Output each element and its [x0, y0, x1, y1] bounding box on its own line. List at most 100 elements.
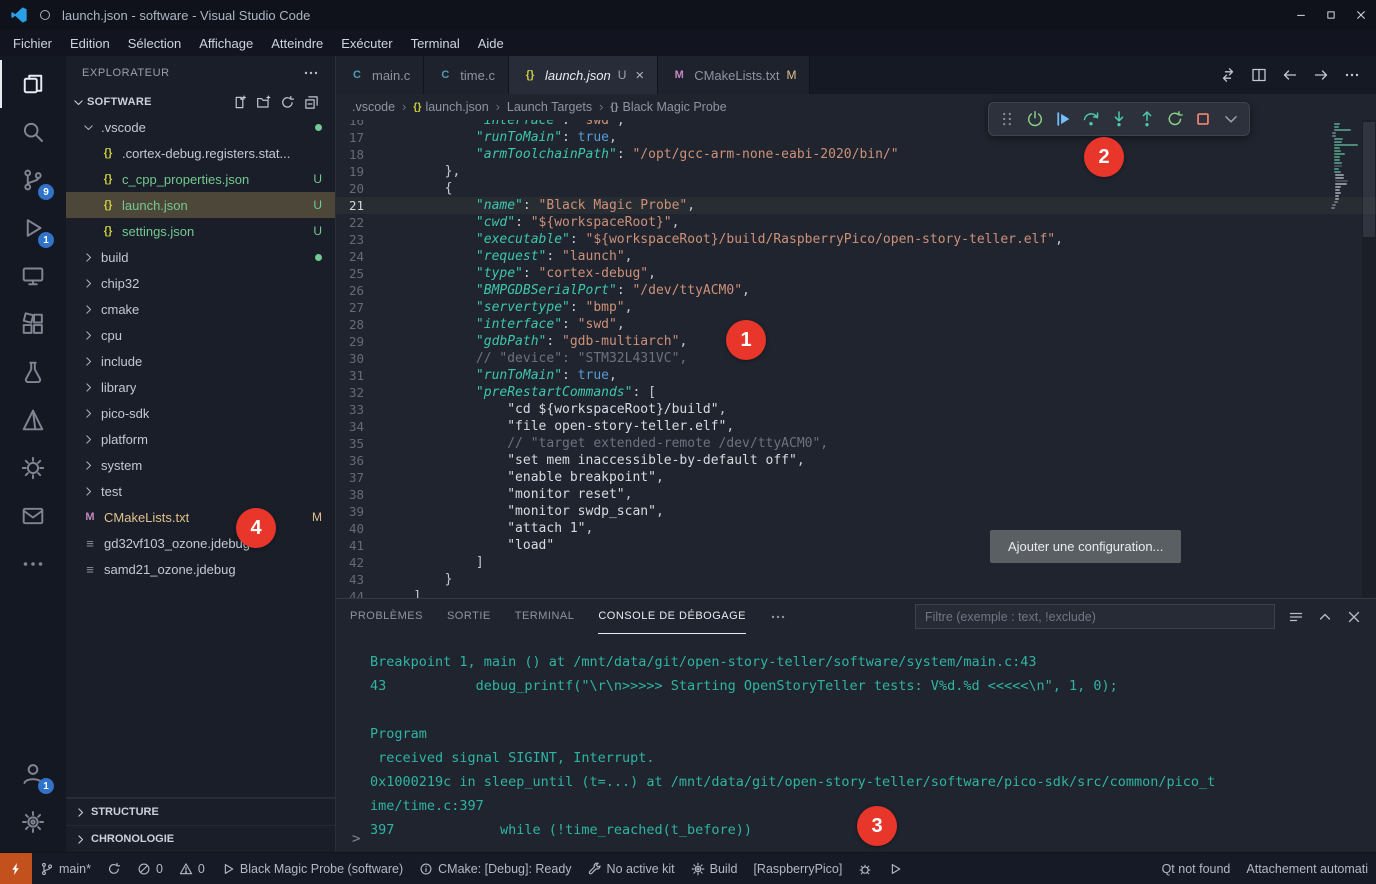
- debug-step-into-button[interactable]: [1107, 107, 1131, 131]
- cmake-debug[interactable]: [850, 853, 880, 884]
- console-prompt[interactable]: >: [352, 831, 360, 847]
- activity-cmake[interactable]: [0, 396, 66, 444]
- debug-console[interactable]: Breakpoint 1, main () at /mnt/data/git/o…: [336, 634, 1376, 842]
- tree-item-chip32[interactable]: chip32: [66, 270, 335, 296]
- panel-tab-console-de-d-bogage[interactable]: CONSOLE DE DÉBOGAGE: [598, 599, 746, 634]
- sync-changes[interactable]: [99, 853, 129, 884]
- menu-terminal[interactable]: Terminal: [402, 33, 469, 54]
- tree-item-cortex-debug-registers-stat[interactable]: {}.cortex-debug.registers.stat...: [66, 140, 335, 166]
- debug-power-button[interactable]: [1023, 107, 1047, 131]
- tab-main-c[interactable]: Cmain.c: [336, 56, 424, 94]
- menu-ex-cuter[interactable]: Exécuter: [332, 33, 401, 54]
- tab-launch-json[interactable]: {}launch.jsonU×: [509, 56, 658, 94]
- tree-item-cpu[interactable]: cpu: [66, 322, 335, 348]
- activity-explorer[interactable]: [0, 60, 66, 108]
- breadcrumb-launch-json[interactable]: {}launch.json: [413, 100, 488, 114]
- code-editor[interactable]: 16 "interface": "swd",17 "runToMain": tr…: [336, 120, 1376, 598]
- activity-docker[interactable]: [0, 444, 66, 492]
- more-actions-icon[interactable]: [303, 65, 319, 81]
- tab-cmakelists-txt[interactable]: MCMakeLists.txtM: [658, 56, 810, 94]
- qt-status[interactable]: Qt not found: [1154, 853, 1239, 884]
- close-icon[interactable]: [1346, 609, 1362, 625]
- section-structure[interactable]: STRUCTURE: [66, 798, 335, 825]
- tree-item-c-cpp-properties-json[interactable]: {}c_cpp_properties.jsonU: [66, 166, 335, 192]
- debug-more-button[interactable]: [1219, 107, 1243, 131]
- activity-testing[interactable]: [0, 348, 66, 396]
- cmake-build[interactable]: Build: [683, 853, 746, 884]
- add-configuration-button[interactable]: Ajouter une configuration...: [990, 530, 1181, 563]
- debug-step-over-button[interactable]: [1079, 107, 1103, 131]
- minimap[interactable]: [1330, 123, 1360, 210]
- activity-search[interactable]: [0, 108, 66, 156]
- tree-item-platform[interactable]: platform: [66, 426, 335, 452]
- debug-step-out-button[interactable]: [1135, 107, 1159, 131]
- activity-settings[interactable]: [0, 798, 66, 846]
- breadcrumb-black-magic-probe[interactable]: {}Black Magic Probe: [610, 100, 726, 114]
- close-icon[interactable]: ×: [635, 67, 644, 84]
- navigate-forward-icon[interactable]: [1313, 67, 1329, 83]
- panel-tab-sortie[interactable]: SORTIE: [447, 599, 491, 634]
- debug-target[interactable]: Black Magic Probe (software): [213, 853, 411, 884]
- new-folder-icon[interactable]: [256, 95, 271, 110]
- menu-affichage[interactable]: Affichage: [190, 33, 262, 54]
- tree-item-build[interactable]: build: [66, 244, 335, 270]
- breadcrumb-launch-targets[interactable]: Launch Targets: [507, 100, 592, 114]
- breadcrumb-vscode[interactable]: .vscode: [352, 100, 395, 114]
- tree-item-settings-json[interactable]: {}settings.jsonU: [66, 218, 335, 244]
- refresh-icon[interactable]: [280, 95, 295, 110]
- activity-more-views[interactable]: [0, 540, 66, 588]
- tree-item-gd32vf103-ozone-jdebug[interactable]: ≡gd32vf103_ozone.jdebug: [66, 530, 335, 556]
- collapse-all-icon[interactable]: [304, 95, 319, 110]
- tab-time-c[interactable]: Ctime.c: [424, 56, 509, 94]
- auto-attach[interactable]: Attachement automati: [1238, 853, 1376, 884]
- menu-atteindre[interactable]: Atteindre: [262, 33, 332, 54]
- activity-extensions[interactable]: [0, 300, 66, 348]
- close-button[interactable]: [1346, 0, 1376, 30]
- tree-item-include[interactable]: include: [66, 348, 335, 374]
- workspace-section-header[interactable]: SOFTWARE: [66, 90, 335, 114]
- debug-continue-button[interactable]: [1051, 107, 1075, 131]
- maximize-button[interactable]: [1316, 0, 1346, 30]
- warnings[interactable]: 0: [171, 853, 213, 884]
- menu-edition[interactable]: Edition: [61, 33, 119, 54]
- more-actions-icon[interactable]: [770, 609, 786, 625]
- minimize-button[interactable]: [1286, 0, 1316, 30]
- more-actions-icon[interactable]: [1344, 67, 1360, 83]
- menu-fichier[interactable]: Fichier: [4, 33, 61, 54]
- cmake-status[interactable]: CMake: [Debug]: Ready: [411, 853, 579, 884]
- section-chronologie[interactable]: CHRONOLOGIE: [66, 825, 335, 852]
- tree-item-test[interactable]: test: [66, 478, 335, 504]
- cmake-launch[interactable]: [880, 853, 910, 884]
- menu-s-lection[interactable]: Sélection: [119, 33, 190, 54]
- chevron-up-icon[interactable]: [1317, 609, 1333, 625]
- tree-item-cmakelists-txt[interactable]: MCMakeLists.txtM: [66, 504, 335, 530]
- activity-accounts[interactable]: 1: [0, 750, 66, 798]
- new-file-icon[interactable]: [232, 95, 247, 110]
- panel-tab-terminal[interactable]: TERMINAL: [515, 599, 575, 634]
- open-changes-icon[interactable]: [1220, 67, 1236, 83]
- activity-run-and-debug[interactable]: 1: [0, 204, 66, 252]
- cmake-kit[interactable]: No active kit: [580, 853, 683, 884]
- tree-item-vscode[interactable]: .vscode: [66, 114, 335, 140]
- git-branch[interactable]: main*: [32, 853, 99, 884]
- filter-input[interactable]: [915, 604, 1275, 629]
- panel-tab-probl-mes[interactable]: PROBLÈMES: [350, 599, 423, 634]
- tree-item-system[interactable]: system: [66, 452, 335, 478]
- split-editor-icon[interactable]: [1251, 67, 1267, 83]
- activity-source-control[interactable]: 9: [0, 156, 66, 204]
- filter-icon[interactable]: [1288, 609, 1304, 625]
- remote-indicator[interactable]: [0, 853, 32, 884]
- activity-mail[interactable]: [0, 492, 66, 540]
- tree-item-launch-json[interactable]: {}launch.jsonU: [66, 192, 335, 218]
- scrollbar[interactable]: [1362, 120, 1376, 598]
- errors[interactable]: 0: [129, 853, 171, 884]
- debug-stop-button[interactable]: [1191, 107, 1215, 131]
- tree-item-samd21-ozone-jdebug[interactable]: ≡samd21_ozone.jdebug: [66, 556, 335, 582]
- tree-item-library[interactable]: library: [66, 374, 335, 400]
- debug-restart-button[interactable]: [1163, 107, 1187, 131]
- activity-remote-explorer[interactable]: [0, 252, 66, 300]
- menu-aide[interactable]: Aide: [469, 33, 513, 54]
- tree-item-cmake[interactable]: cmake: [66, 296, 335, 322]
- navigate-back-icon[interactable]: [1282, 67, 1298, 83]
- tree-item-pico-sdk[interactable]: pico-sdk: [66, 400, 335, 426]
